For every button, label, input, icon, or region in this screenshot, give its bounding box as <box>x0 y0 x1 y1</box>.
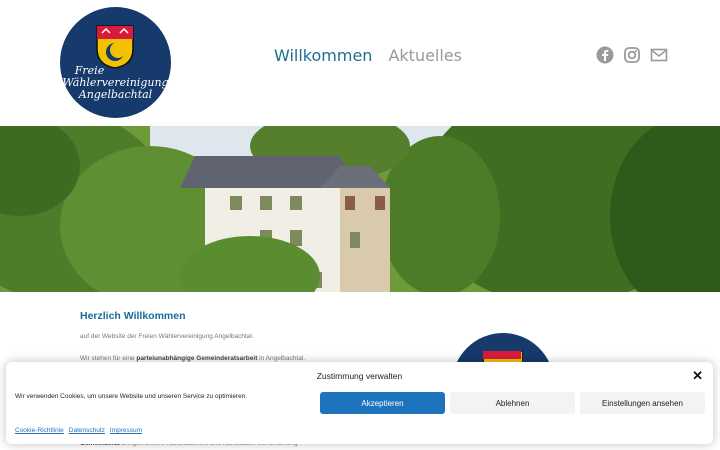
mail-icon[interactable] <box>650 46 668 64</box>
instagram-icon[interactable] <box>623 46 641 64</box>
privacy-link[interactable]: Datenschutz <box>69 427 105 434</box>
welcome-intro: auf der Website der Freien Wählervereini… <box>80 333 254 340</box>
cookie-policy-link[interactable]: Cookie-Richtlinie <box>15 427 64 434</box>
hero-image-castle <box>0 126 720 292</box>
deny-button[interactable]: Ablehnen <box>450 392 575 414</box>
facebook-icon[interactable] <box>596 46 614 64</box>
view-settings-button[interactable]: Einstellungen ansehen <box>580 392 705 414</box>
nav-item-willkommen[interactable]: Willkommen <box>274 46 372 65</box>
logo-text-line-3: Angelbachtal <box>78 88 153 101</box>
site-logo[interactable]: Freie Wählervereinigung Angelbachtal <box>60 7 171 118</box>
welcome-heading: Herzlich Willkommen <box>80 310 186 322</box>
coat-of-arms-icon <box>96 25 134 69</box>
accept-button[interactable]: Akzeptieren <box>320 392 445 414</box>
main-nav: Willkommen Aktuelles <box>274 46 462 65</box>
cookie-banner-title: Zustimmung verwalten <box>316 371 403 381</box>
cookie-consent-banner: Zustimmung verwalten ✕ Wir verwenden Coo… <box>6 362 713 444</box>
close-icon[interactable]: ✕ <box>692 368 703 384</box>
social-links <box>596 46 668 64</box>
paragraph-text-prefix: Wir stehen für eine <box>80 355 137 362</box>
imprint-link[interactable]: Impressum <box>110 427 142 434</box>
coat-of-arms-band <box>483 351 521 359</box>
cookie-banner-message: Wir verwenden Cookies, um unsere Website… <box>15 393 248 400</box>
paragraph-text-suffix: in Angelbachtal. <box>257 355 306 362</box>
cookie-banner-links: Cookie-Richtlinie Datenschutz Impressum <box>15 427 142 434</box>
site-header: Freie Wählervereinigung Angelbachtal Wil… <box>0 0 720 126</box>
paragraph-text-bold: parteiunabhängige Gemeinderatsarbeit <box>136 355 258 362</box>
nav-item-aktuelles[interactable]: Aktuelles <box>388 46 462 65</box>
